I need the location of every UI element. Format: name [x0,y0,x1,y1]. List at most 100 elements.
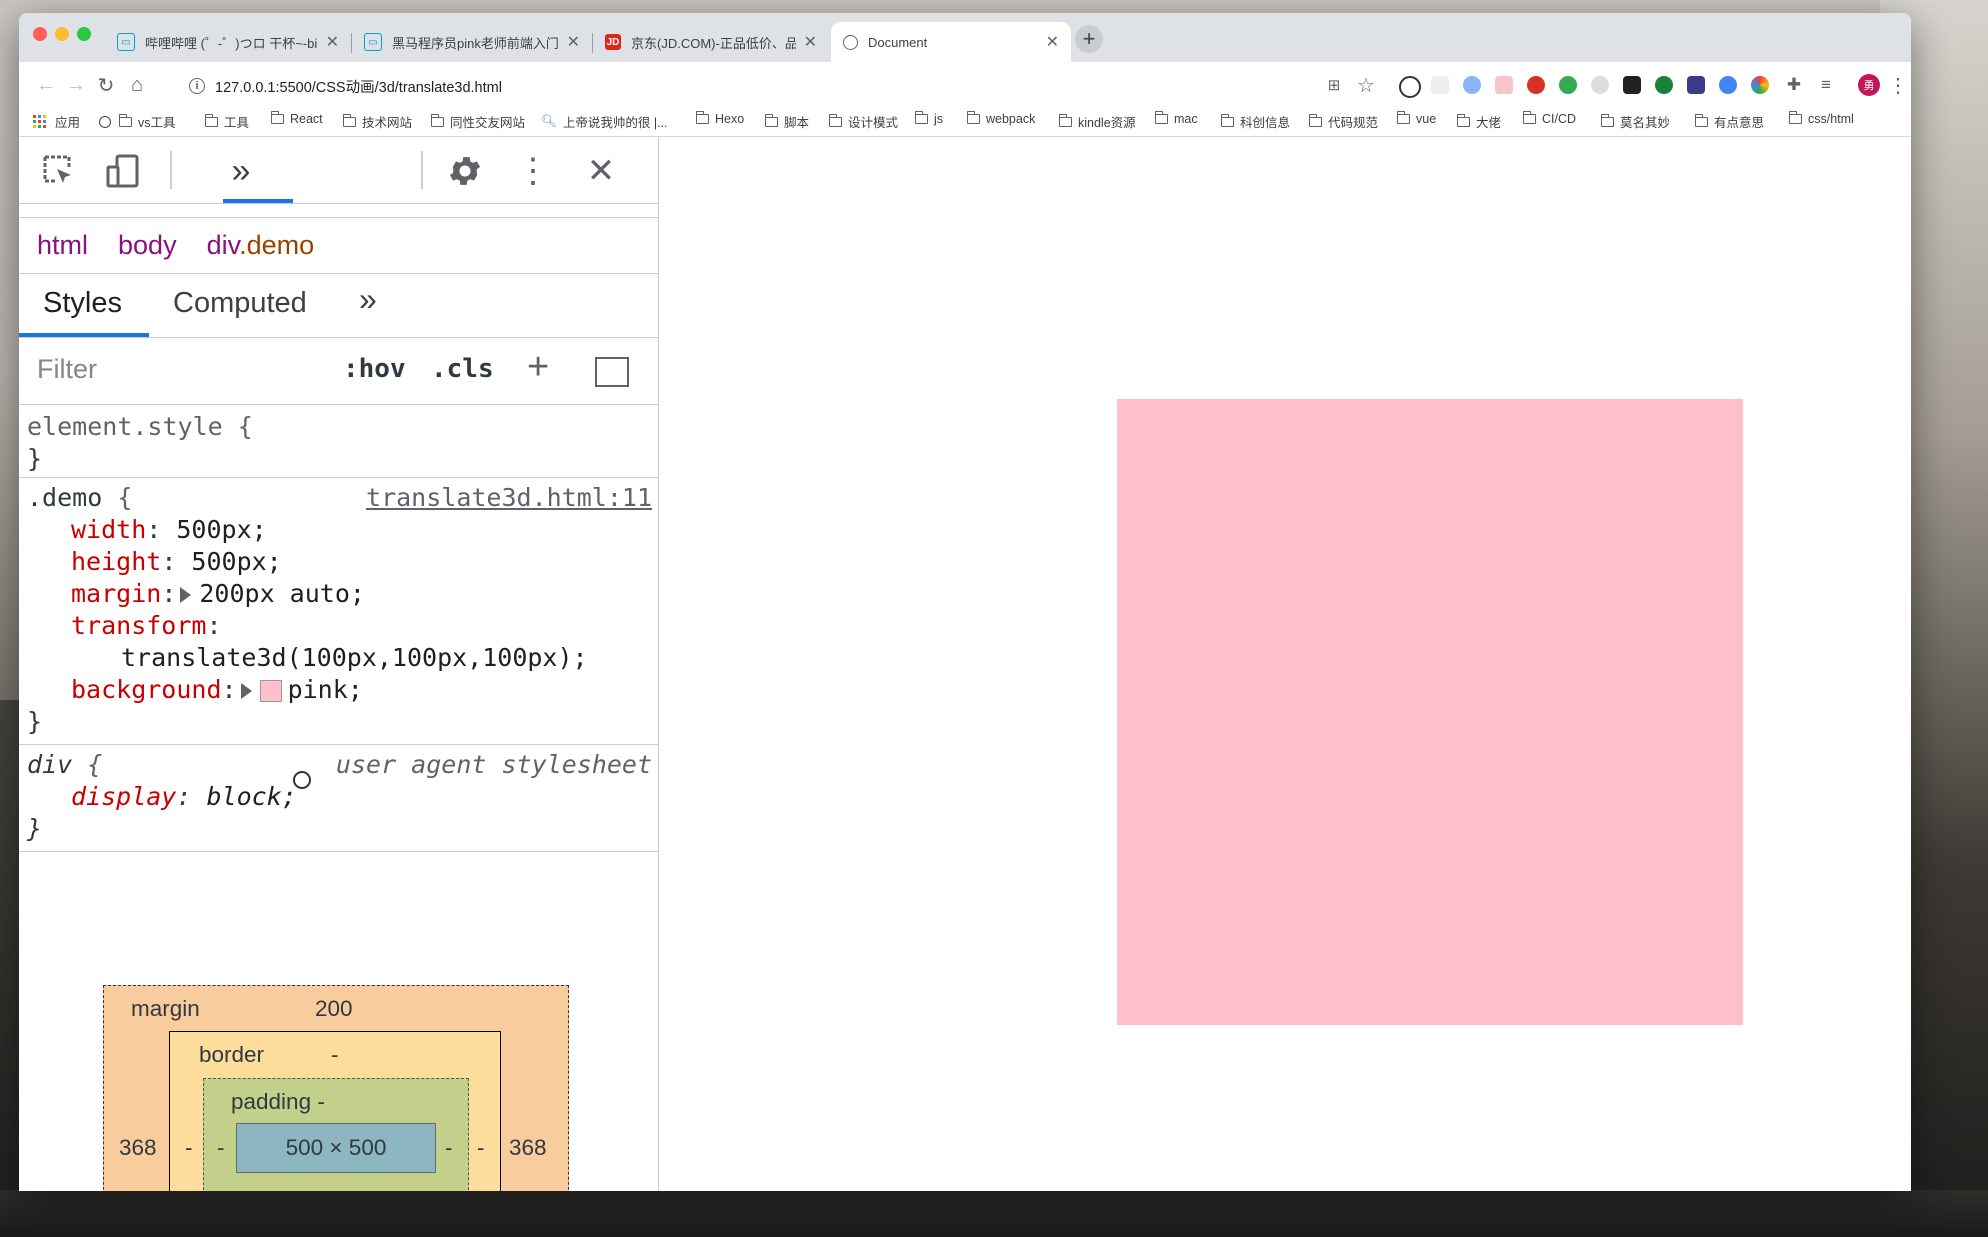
bookmark-item[interactable]: 代码规范 [1308,112,1378,131]
toggle-sidebar-icon[interactable] [595,357,629,387]
folder-icon [828,113,842,127]
address-bar[interactable]: i 127.0.0.1:5500/CSS动画/3d/translate3d.ht… [163,70,1328,102]
zoom-window-button[interactable] [77,27,91,41]
more-menu-icon[interactable]: ⋮ [1885,72,1911,98]
declaration-transform[interactable]: transform: [27,610,658,642]
border-right-value[interactable]: - [477,1135,485,1161]
bookmark-item[interactable]: 设计模式 [828,112,898,131]
bookmark-item[interactable]: 大佬 [1456,112,1501,131]
declaration-background[interactable]: background: pink; [27,674,658,706]
close-tab-icon[interactable]: ✕ [804,32,817,52]
demo-div[interactable] [1117,399,1743,1025]
extension-icon[interactable] [1623,76,1641,94]
demo-selector[interactable]: .demo [27,483,102,512]
bookmark-item[interactable]: 同性交友网站 [430,112,525,131]
new-style-rule-icon[interactable]: + [527,346,549,389]
bookmark-item[interactable]: 有点意思 [1694,112,1764,131]
extension-icon[interactable] [1719,76,1737,94]
bookmark-item[interactable]: 🔍︎ 上帝说我帅的很 |... [541,112,668,131]
browser-tab-active[interactable]: Document ✕ [831,22,1071,62]
box-model-content[interactable]: 500 × 500 [236,1123,436,1173]
extension-icon[interactable] [1431,76,1449,94]
reload-icon[interactable]: ↻ [93,72,119,98]
bookmark-item[interactable]: vue [1396,111,1436,126]
declaration-margin[interactable]: margin: 200px auto; [27,578,658,610]
reading-list-icon[interactable]: ≡ [1813,72,1839,98]
more-tabs-chevron-icon[interactable]: » [221,151,261,191]
profile-avatar[interactable]: 勇 [1858,74,1880,96]
browser-tab[interactable]: JD 京东(JD.COM)-正品低价、品质 ✕ [593,22,829,62]
desktop-wallpaper-bottom [0,1190,1988,1237]
cls-toggle[interactable]: .cls [431,354,494,384]
margin-left-value[interactable]: 368 [119,1135,157,1161]
back-icon[interactable]: ← [33,72,59,98]
browser-tab[interactable]: ▭ 哔哩哔哩 (゜-゜)つロ 干杯~-bili ✕ [105,22,351,62]
padding-right-value[interactable]: - [445,1135,453,1161]
bookmark-item[interactable]: webpack [966,111,1035,126]
filter-input[interactable]: Filter [37,354,97,385]
bookmark-item[interactable]: js [914,111,943,126]
bookmark-item[interactable]: css/html [1788,111,1854,126]
device-toolbar-icon[interactable] [103,151,143,191]
url-text[interactable]: 127.0.0.1:5500/CSS动画/3d/translate3d.html [215,76,502,97]
home-icon[interactable]: ⌂ [124,72,150,98]
bookmark-item[interactable]: 科创信息 [1220,112,1290,131]
extension-icon[interactable] [1495,76,1513,94]
close-tab-icon[interactable]: ✕ [1046,32,1059,52]
extension-icon[interactable] [1559,76,1577,94]
bookmark-item[interactable]: vs工具 [99,112,176,131]
bookmark-item[interactable]: kindle资源 [1058,112,1136,131]
devtools-more-icon[interactable]: ⋮ [513,151,553,191]
declaration-transform-value[interactable]: translate3d(100px,100px,100px); [27,642,658,674]
expand-triangle-icon[interactable] [240,683,252,699]
chrome-icon[interactable] [1751,76,1769,94]
settings-gear-icon[interactable] [445,151,485,191]
tab-computed[interactable]: Computed [173,287,307,320]
close-devtools-icon[interactable]: ✕ [581,151,621,191]
bookmark-item[interactable]: 莫名其妙 [1600,112,1670,131]
bookmark-apps[interactable]: 应用 [33,112,80,131]
close-tab-icon[interactable]: ✕ [567,32,580,52]
color-swatch[interactable] [259,680,282,702]
bookmark-star-icon[interactable]: ☆ [1353,72,1379,98]
bookmark-item[interactable]: 工具 [204,112,249,131]
source-link[interactable]: translate3d.html:11 [366,482,652,514]
padding-left-value[interactable]: - [217,1135,225,1161]
declaration-width[interactable]: width: 500px; [27,514,658,546]
bookmark-item[interactable]: mac [1154,111,1198,126]
close-tab-icon[interactable]: ✕ [326,32,339,52]
breadcrumb-div-demo[interactable]: div.demo [207,230,315,261]
breadcrumb-html[interactable]: html [37,230,88,261]
extension-icon[interactable] [1463,76,1481,94]
hov-toggle[interactable]: :hov [343,354,406,384]
extension-icon[interactable] [1399,76,1421,98]
breadcrumb-body[interactable]: body [118,230,177,261]
extension-icon[interactable] [1591,76,1609,94]
extension-icon[interactable] [1527,76,1545,94]
margin-right-value[interactable]: 368 [509,1135,547,1161]
border-left-value[interactable]: - [185,1135,193,1161]
tab-styles[interactable]: Styles [43,287,122,320]
close-window-button[interactable] [33,27,47,41]
element-style-selector[interactable]: element.style { [27,411,658,443]
bookmark-item[interactable]: 脚本 [764,112,809,131]
forward-icon[interactable]: → [63,72,89,98]
info-icon[interactable]: i [189,78,205,94]
browser-tab[interactable]: ▭ 黑马程序员pink老师前端入门视频 ✕ [352,22,592,62]
extension-icon[interactable] [1687,76,1705,94]
bookmark-item[interactable]: Hexo [695,111,744,126]
new-tab-button[interactable]: + [1075,25,1103,53]
margin-top-value[interactable]: 200 [315,996,353,1022]
declaration-height[interactable]: height: 500px; [27,546,658,578]
border-value[interactable]: - [331,1042,339,1068]
extension-icon[interactable] [1655,76,1673,94]
bookmark-item[interactable]: CI/CD [1522,111,1576,126]
bookmark-item[interactable]: 技术网站 [342,112,412,131]
minimize-window-button[interactable] [55,27,69,41]
translate-icon[interactable]: ⊞ [1321,72,1347,98]
inspect-element-icon[interactable] [39,151,79,191]
puzzle-icon[interactable]: ✚ [1781,72,1807,98]
expand-triangle-icon[interactable] [180,587,192,603]
more-subtabs-chevron-icon[interactable]: » [359,281,377,318]
bookmark-item[interactable]: React [270,111,323,126]
